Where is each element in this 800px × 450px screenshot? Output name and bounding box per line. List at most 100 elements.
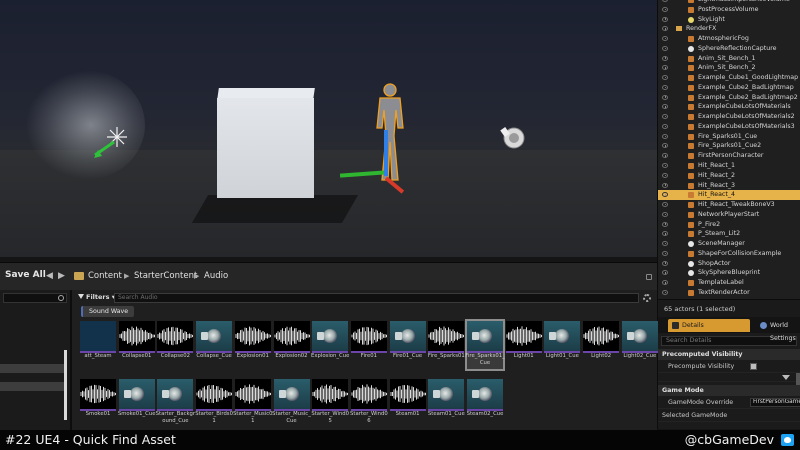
- asset-tile[interactable]: Steam02_Cue: [467, 379, 503, 427]
- asset-tile[interactable]: Starter_Music_Cue: [272, 379, 311, 427]
- outliner-row[interactable]: Anim_Sit_Bench_1: [658, 54, 800, 64]
- gizmo-z-axis[interactable]: [384, 130, 388, 176]
- outliner-row[interactable]: Fire_Sparks01_Cue2: [658, 141, 800, 151]
- outliner-row[interactable]: RenderFX: [658, 24, 800, 34]
- hit-react-character-mesh[interactable]: [372, 80, 408, 184]
- folder-search-input[interactable]: [3, 293, 67, 303]
- asset-tile[interactable]: Collapse02: [157, 321, 194, 369]
- outliner-row[interactable]: Hit_React_TweakBoneV3: [658, 200, 800, 210]
- eye-icon[interactable]: [662, 55, 668, 61]
- eye-icon[interactable]: [662, 26, 668, 32]
- eye-icon[interactable]: [662, 65, 668, 71]
- asset-tile[interactable]: Smoke01: [80, 379, 116, 427]
- asset-tile[interactable]: Explosion02: [273, 321, 310, 369]
- outliner-row[interactable]: SphereReflectionCapture: [658, 44, 800, 54]
- outliner-row[interactable]: Anim_Sit_Bench_2: [658, 63, 800, 73]
- outliner-row[interactable]: SkyLight: [658, 15, 800, 25]
- eye-icon[interactable]: [662, 172, 668, 178]
- asset-tile[interactable]: Collapse01: [118, 321, 155, 369]
- outliner-row[interactable]: Hit_React_1: [658, 161, 800, 171]
- outliner-row[interactable]: PostProcessVolume: [658, 5, 800, 15]
- asset-tile[interactable]: Light02: [583, 321, 620, 369]
- asset-tile[interactable]: Starter_Music01: [233, 379, 273, 427]
- eye-icon[interactable]: [662, 270, 668, 276]
- example-cube-mesh[interactable]: [217, 98, 314, 198]
- eye-icon[interactable]: [662, 104, 668, 110]
- ambient-sound-icon[interactable]: [500, 124, 526, 150]
- back-arrow-icon[interactable]: ◀: [46, 271, 53, 281]
- eye-icon[interactable]: [662, 36, 668, 42]
- eye-icon[interactable]: [662, 16, 668, 22]
- outliner-row[interactable]: Hit_React_2: [658, 171, 800, 181]
- eye-icon[interactable]: [662, 260, 668, 266]
- folder-icon[interactable]: [74, 272, 84, 280]
- asset-tile[interactable]: Steam01: [389, 379, 426, 427]
- outliner-row[interactable]: TextRenderActor: [658, 288, 800, 298]
- precompute-visibility-checkbox[interactable]: [750, 363, 757, 370]
- eye-icon[interactable]: [662, 211, 668, 217]
- asset-tile[interactable]: Fire_Sparks01_Cue: [465, 319, 505, 371]
- eye-icon[interactable]: [662, 94, 668, 100]
- asset-tile[interactable]: Collapse_Cue: [196, 321, 233, 369]
- outliner-row[interactable]: Hit_React_4: [658, 190, 800, 201]
- eye-icon[interactable]: [662, 133, 668, 139]
- outliner-row[interactable]: ExampleCubeLotsOfMaterials3: [658, 122, 800, 132]
- eye-icon[interactable]: [662, 0, 668, 2]
- category-game-mode[interactable]: Game Mode: [658, 385, 800, 396]
- outliner-row[interactable]: TemplateLabel: [658, 278, 800, 288]
- eye-icon[interactable]: [662, 289, 668, 295]
- eye-icon[interactable]: [662, 84, 668, 90]
- outliner-row[interactable]: ShapeForCollisionExample: [658, 249, 800, 259]
- eye-icon[interactable]: [662, 75, 668, 81]
- outliner-row[interactable]: Fire_Sparks01_Cue: [658, 132, 800, 142]
- tab-details[interactable]: Details: [668, 319, 750, 332]
- outliner-row[interactable]: ExampleCubeLotsOfMaterials: [658, 102, 800, 112]
- asset-tile[interactable]: Fire01: [350, 321, 387, 369]
- asset-search-input[interactable]: Search Audio: [114, 293, 639, 303]
- tab-world-settings[interactable]: World Settings: [756, 319, 800, 342]
- filters-button[interactable]: Filters ▾: [78, 293, 115, 303]
- asset-tile[interactable]: Explosion_Cue: [311, 321, 349, 369]
- outliner-row[interactable]: P_Steam_Lit2: [658, 229, 800, 239]
- eye-icon[interactable]: [662, 163, 668, 169]
- category-precomputed-visibility[interactable]: Precomputed Visibility: [658, 349, 800, 360]
- eye-icon[interactable]: [662, 221, 668, 227]
- asset-tile[interactable]: Light01: [505, 321, 542, 369]
- breadcrumb-startercontent[interactable]: StarterContent: [134, 271, 197, 281]
- filter-chip-sound-wave[interactable]: Sound Wave: [81, 306, 135, 317]
- details-scrollbar[interactable]: [796, 373, 800, 385]
- outliner-row[interactable]: NetworkPlayerStart: [658, 210, 800, 220]
- outliner-row[interactable]: P_Fire2: [658, 220, 800, 230]
- outliner-row[interactable]: Example_Cube2_BadLightmap: [658, 83, 800, 93]
- eye-icon[interactable]: [662, 45, 668, 51]
- asset-tile[interactable]: Starter_Birds01: [195, 379, 233, 427]
- outliner-row[interactable]: Hit_React_3: [658, 181, 800, 191]
- eye-icon[interactable]: [662, 202, 668, 208]
- outliner-row[interactable]: AtmosphericFog: [658, 34, 800, 44]
- asset-tile[interactable]: Starter_Wind05: [311, 379, 349, 427]
- eye-icon[interactable]: [662, 241, 668, 247]
- asset-tile[interactable]: Fire01_Cue: [389, 321, 426, 369]
- eye-icon[interactable]: [662, 114, 668, 120]
- asset-tile[interactable]: Starter_Wind06: [350, 379, 388, 427]
- folder-row[interactable]: [0, 364, 64, 373]
- eye-icon[interactable]: [662, 123, 668, 129]
- gamemode-override-dropdown[interactable]: FirstPersonGameMode: [750, 398, 800, 407]
- eye-icon[interactable]: [662, 231, 668, 237]
- eye-icon[interactable]: [662, 192, 668, 198]
- breadcrumb-audio[interactable]: Audio: [204, 271, 228, 281]
- eye-icon[interactable]: [662, 280, 668, 286]
- fire-sparks-emitter-icon[interactable]: [92, 122, 132, 162]
- eye-icon[interactable]: [662, 6, 668, 12]
- folder-row[interactable]: [0, 382, 64, 391]
- outliner-row[interactable]: SceneManager: [658, 239, 800, 249]
- level-viewport[interactable]: [0, 0, 657, 257]
- breadcrumb-content[interactable]: Content: [88, 271, 122, 281]
- property-selected-gamemode[interactable]: Selected GameMode: [658, 409, 800, 422]
- asset-tile[interactable]: Light01_Cue: [544, 321, 581, 369]
- sources-scrollbar[interactable]: [64, 350, 67, 420]
- forward-arrow-icon[interactable]: ▶: [58, 271, 65, 281]
- eye-icon[interactable]: [662, 250, 668, 256]
- eye-icon[interactable]: [662, 143, 668, 149]
- outliner-row[interactable]: Example_Cube2_BadLightmap2: [658, 93, 800, 103]
